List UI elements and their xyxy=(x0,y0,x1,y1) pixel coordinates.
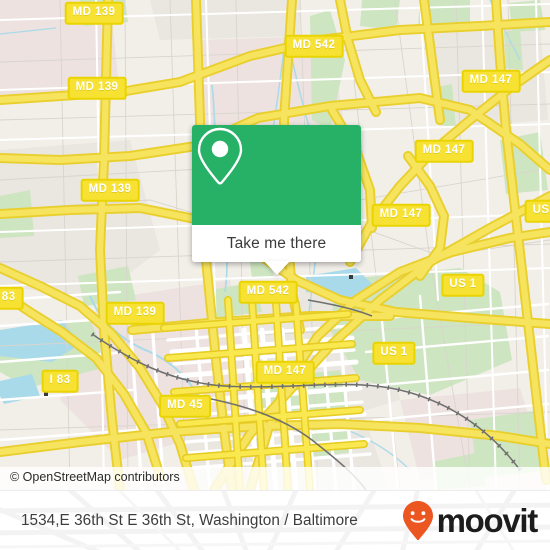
road-shield-i-83: I 83 xyxy=(0,286,24,310)
road-shield-md-139: MD 139 xyxy=(67,76,127,100)
road-shield-us-1: US 1 xyxy=(372,341,416,365)
road-shield-md-139: MD 139 xyxy=(64,1,124,25)
take-me-there-label: Take me there xyxy=(226,234,327,252)
road-shield-us: US xyxy=(524,199,550,223)
road-shield-md-139: MD 139 xyxy=(80,178,140,202)
osm-attribution[interactable]: © OpenStreetMap contributors xyxy=(0,467,550,490)
road-shield-md-147: MD 147 xyxy=(414,139,474,163)
location-pin-icon xyxy=(197,127,243,185)
take-me-there-popup[interactable]: Take me there xyxy=(192,125,361,275)
moovit-wordmark: moovit xyxy=(436,502,539,539)
road-shield-md-147: MD 147 xyxy=(255,360,315,384)
moovit-smiley-pin-icon xyxy=(402,500,433,540)
popup-marker-header xyxy=(192,125,361,225)
road-shield-md-542: MD 542 xyxy=(284,34,344,58)
moovit-map-screenshot: .land { fill:#f2efe9; } .urb { fill:#eae… xyxy=(0,0,550,550)
footer-bar: 1534,E 36th St E 36th St, Washington / B… xyxy=(0,490,550,550)
road-shield-md-147: MD 147 xyxy=(371,203,431,227)
popup-cta-row[interactable]: Take me there xyxy=(192,225,361,262)
address-label: 1534,E 36th St E 36th St, Washington / B… xyxy=(21,511,358,529)
road-shield-us-1: US 1 xyxy=(441,273,485,297)
road-shield-md-139: MD 139 xyxy=(105,301,165,325)
map-canvas[interactable]: .land { fill:#f2efe9; } .urb { fill:#eae… xyxy=(0,0,550,490)
popup-pointer-tail xyxy=(263,261,290,275)
road-shield-i-83: I 83 xyxy=(41,369,79,393)
moovit-logo[interactable]: moovit xyxy=(401,500,539,542)
road-shield-md-542: MD 542 xyxy=(238,280,298,304)
road-shield-md-45: MD 45 xyxy=(159,394,211,418)
road-shield-md-147: MD 147 xyxy=(461,69,521,93)
